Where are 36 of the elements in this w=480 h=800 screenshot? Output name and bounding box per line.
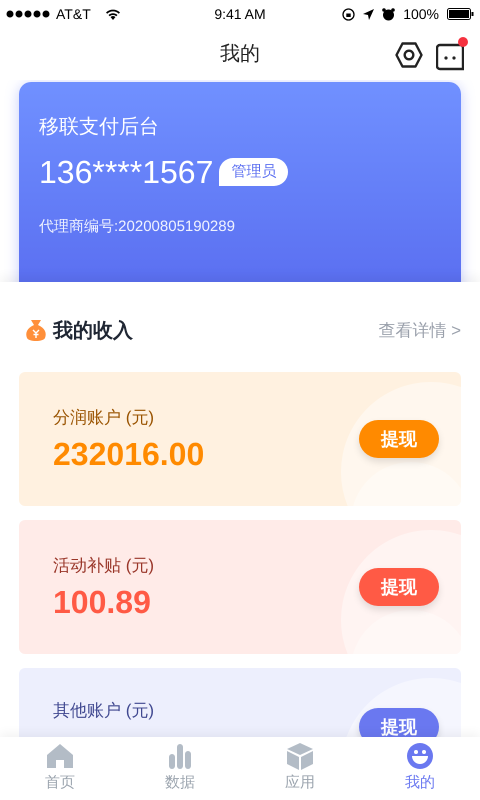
smile-icon xyxy=(406,742,434,770)
settings-button[interactable] xyxy=(394,40,424,70)
account-label: 其他账户 (元) xyxy=(53,700,154,722)
battery-percent: 100% xyxy=(403,4,439,24)
withdraw-button[interactable]: 提现 xyxy=(359,420,439,458)
agent-number: 代理商编号:20200805190289 xyxy=(39,217,236,237)
details-link[interactable]: 查看详情 > xyxy=(378,318,461,344)
wifi-icon xyxy=(104,8,121,20)
tab-item[interactable]: 数据 xyxy=(120,737,240,800)
withdraw-button[interactable]: 提现 xyxy=(359,708,439,737)
home-icon xyxy=(46,742,74,770)
withdraw-button[interactable]: 提现 xyxy=(359,568,439,606)
tab-item[interactable]: 应用 xyxy=(240,737,360,800)
tab-item[interactable]: 首页 xyxy=(0,737,120,800)
rotation-lock-icon xyxy=(342,8,356,20)
app-name: 移联支付后台 xyxy=(39,115,160,140)
clock-time: 9:41 AM xyxy=(214,4,266,24)
signal-icon xyxy=(6,10,52,18)
settings-icon xyxy=(395,42,423,68)
phone-number: 136****1567 xyxy=(39,154,214,190)
account-label: 分润账户 (元) xyxy=(53,407,156,430)
chat-icon xyxy=(436,43,464,71)
section-title: 我的收入 xyxy=(53,319,133,344)
location-icon xyxy=(363,8,374,20)
box-icon xyxy=(286,742,314,770)
tab-item[interactable]: 我的 xyxy=(360,737,480,800)
account-amount: 100.89 xyxy=(53,582,152,621)
battery-icon xyxy=(447,8,474,20)
chart-icon xyxy=(166,742,194,770)
message-button[interactable] xyxy=(436,37,468,71)
account-amount: 232016.00 xyxy=(53,434,204,473)
carrier-name: AT&T xyxy=(56,4,91,24)
role-badge: 管理员 xyxy=(219,158,288,186)
page-title: 我的 xyxy=(220,42,260,67)
money-bag-icon xyxy=(25,319,47,343)
account-label: 活动补贴 (元) xyxy=(53,555,154,578)
